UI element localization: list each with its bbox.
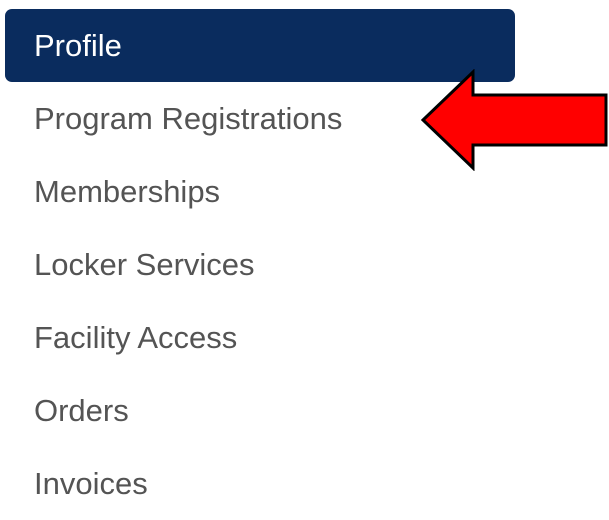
menu-item-label: Invoices <box>34 465 148 501</box>
red-arrow-icon <box>420 69 608 171</box>
menu-item-label: Orders <box>34 392 129 428</box>
menu-item-label: Memberships <box>34 173 221 209</box>
menu-item-label: Profile <box>34 27 122 63</box>
menu-item-locker-services[interactable]: Locker Services <box>5 228 515 301</box>
menu-item-orders[interactable]: Orders <box>5 374 515 447</box>
menu-item-label: Locker Services <box>34 246 255 282</box>
menu-item-invoices[interactable]: Invoices <box>5 447 515 520</box>
menu-item-label: Program Registrations <box>34 100 343 136</box>
menu-item-facility-access[interactable]: Facility Access <box>5 301 515 374</box>
menu-item-label: Facility Access <box>34 319 238 355</box>
